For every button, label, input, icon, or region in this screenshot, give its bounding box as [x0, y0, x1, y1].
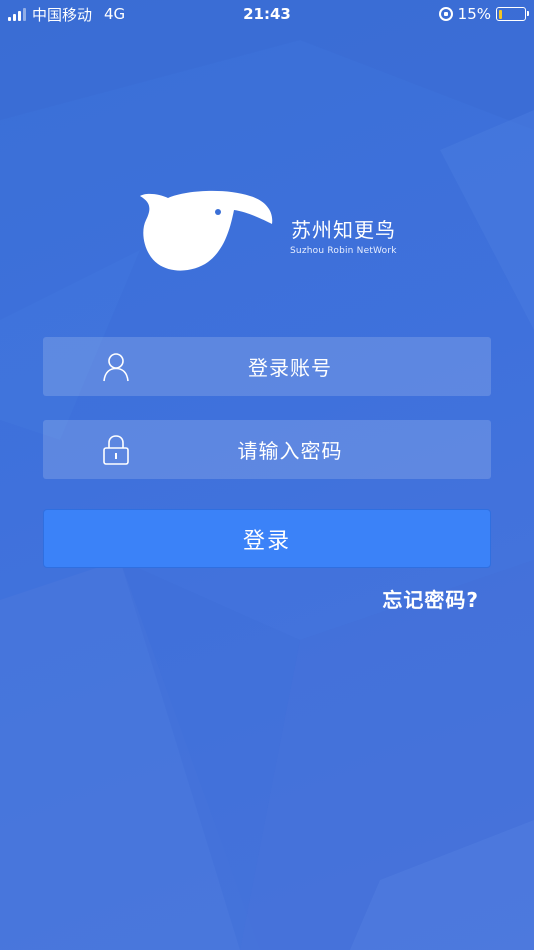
- forgot-password-link[interactable]: 忘记密码?: [382, 584, 479, 613]
- rotation-lock-icon: [438, 7, 453, 21]
- password-field[interactable]: 请输入密码: [43, 420, 491, 479]
- account-field[interactable]: 登录账号: [43, 337, 491, 396]
- battery-icon: [496, 7, 529, 21]
- carrier-label: 中国移动: [32, 5, 93, 24]
- login-button[interactable]: 登录: [43, 509, 491, 568]
- signal-strength-icon: [8, 7, 26, 21]
- status-bar: 中国移动 4G 21:43 15%: [0, 0, 534, 28]
- brand-logo: 苏州知更鸟 Suzhou Robin NetWork: [138, 190, 408, 274]
- battery-level: [498, 9, 503, 19]
- status-right: 15%: [438, 5, 529, 23]
- network-type: 4G: [104, 5, 126, 23]
- battery-percent: 15%: [457, 5, 491, 23]
- status-left: 中国移动 4G: [8, 4, 125, 25]
- user-icon: [103, 353, 129, 382]
- robin-bird-icon: [140, 190, 273, 271]
- brand-name-en: Suzhou Robin NetWork: [290, 246, 397, 256]
- lock-icon: [103, 435, 129, 465]
- brand-name-cn: 苏州知更鸟: [291, 218, 396, 242]
